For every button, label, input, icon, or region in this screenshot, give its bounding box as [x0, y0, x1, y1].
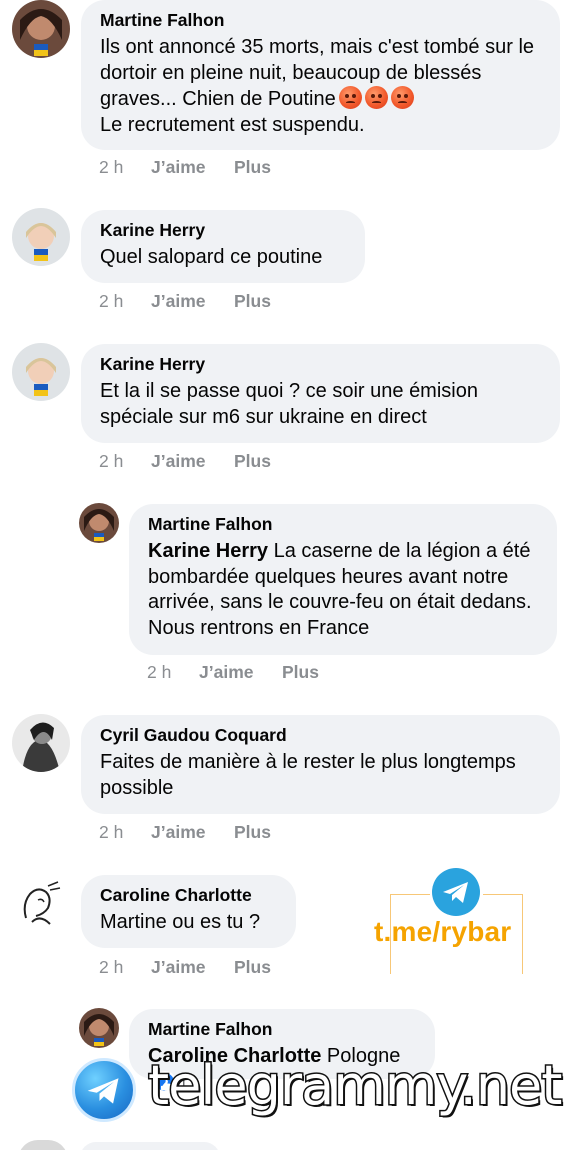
comment-text: Martine ou es tu ? [100, 911, 261, 933]
like-button[interactable]: J’aime [151, 451, 234, 472]
comment-text: Faites de manière à le rester le plus lo… [100, 751, 516, 799]
comment-author[interactable]: Karine Herry [100, 353, 542, 375]
comment-bubble: Martine Falhon Ils ont annoncé 35 morts,… [81, 0, 560, 150]
more-button[interactable]: Plus [234, 157, 271, 178]
telegrammy-watermark: telegrammy.net [72, 1053, 564, 1126]
like-button[interactable]: J’aime [151, 957, 234, 978]
comment-bubble: Cyril Gaudou Coquard Faites de manière à… [81, 715, 560, 814]
comment-bubble: Caroline Charlotte Martine ou es tu ? [81, 875, 296, 948]
like-button[interactable]: J’aime [151, 822, 234, 843]
comment-text-body: Ils ont annoncé 35 morts, mais c'est tom… [100, 36, 535, 110]
comment-actions: 2 h J’aime Plus [99, 822, 271, 843]
like-button[interactable]: J’aime [199, 662, 282, 683]
comment-actions: 2 h J’aime Plus [147, 662, 319, 683]
watermark-frame-line [390, 894, 430, 895]
comment-text: Ils ont annoncé 35 morts, mais c'est tom… [100, 35, 542, 138]
comment-actions: 2 h J’aime Plus [99, 291, 271, 312]
more-button[interactable]: Plus [234, 957, 271, 978]
like-button[interactable]: J’aime [151, 157, 234, 178]
angry-face-icon [364, 86, 388, 109]
avatar-karine-herry[interactable] [12, 208, 70, 266]
comment-text-line2: Le recrutement est suspendu. [100, 113, 365, 136]
comment-actions: 2 h J’aime Plus [99, 157, 271, 178]
comment-time: 2 h [99, 451, 124, 471]
comment-author[interactable]: Martine Falhon [148, 1018, 417, 1040]
comment-text: Et la il se passe quoi ? ce soir une émi… [100, 380, 478, 428]
comment-time: 2 h [99, 957, 124, 977]
rybar-watermark-text: t.me/rybar [374, 916, 512, 947]
comment-bubble: Karine Herry Quel salopard ce poutine [81, 210, 365, 283]
comment-author[interactable]: Martine Falhon [148, 513, 539, 535]
angry-face-icon [338, 86, 362, 109]
comment-author[interactable]: Karine Herry [100, 219, 347, 241]
avatar-martine-falhon[interactable] [12, 0, 70, 58]
avatar-caroline-charlotte[interactable] [12, 874, 70, 932]
avatar-cyril-gaudou-coquard[interactable] [12, 714, 70, 772]
mention-link[interactable]: Karine Herry [148, 540, 268, 562]
comment-author[interactable]: Caroline Charlotte [100, 884, 278, 906]
comment-actions: 2 h J’aime Plus [99, 451, 271, 472]
comment-time: 2 h [99, 291, 124, 311]
reply-bubble: Martine Falhon Karine Herry La caserne d… [129, 504, 557, 655]
telegram-icon [432, 868, 480, 916]
watermark-frame-line [522, 894, 523, 974]
avatar-partial [18, 1140, 68, 1150]
watermark-frame-line [483, 894, 523, 895]
like-button[interactable]: J’aime [151, 291, 234, 312]
comment-text: Karine Herry La caserne de la légion a é… [148, 539, 539, 641]
avatar-karine-herry[interactable] [12, 343, 70, 401]
more-button[interactable]: Plus [234, 822, 271, 843]
telegram-icon [72, 1058, 136, 1122]
comment-text: Quel salopard ce poutine [100, 246, 323, 268]
more-button[interactable]: Plus [234, 451, 271, 472]
angry-face-icon [390, 86, 414, 109]
telegrammy-watermark-text: telegrammy.net [146, 1053, 563, 1119]
more-button[interactable]: Plus [282, 662, 319, 683]
avatar-martine-falhon[interactable] [79, 503, 119, 543]
comment-time: 2 h [147, 662, 172, 682]
comment-time: 2 h [99, 822, 124, 842]
comment-bubble-partial [80, 1142, 220, 1150]
rybar-watermark: t.me/rybar [374, 868, 524, 976]
comment-time: 2 h [99, 157, 124, 177]
comment-actions: 2 h J’aime Plus [99, 957, 271, 978]
avatar-martine-falhon[interactable] [79, 1008, 119, 1048]
comment-author[interactable]: Cyril Gaudou Coquard [100, 724, 542, 746]
comment-bubble: Karine Herry Et la il se passe quoi ? ce… [81, 344, 560, 443]
more-button[interactable]: Plus [234, 291, 271, 312]
comment-author[interactable]: Martine Falhon [100, 9, 542, 31]
